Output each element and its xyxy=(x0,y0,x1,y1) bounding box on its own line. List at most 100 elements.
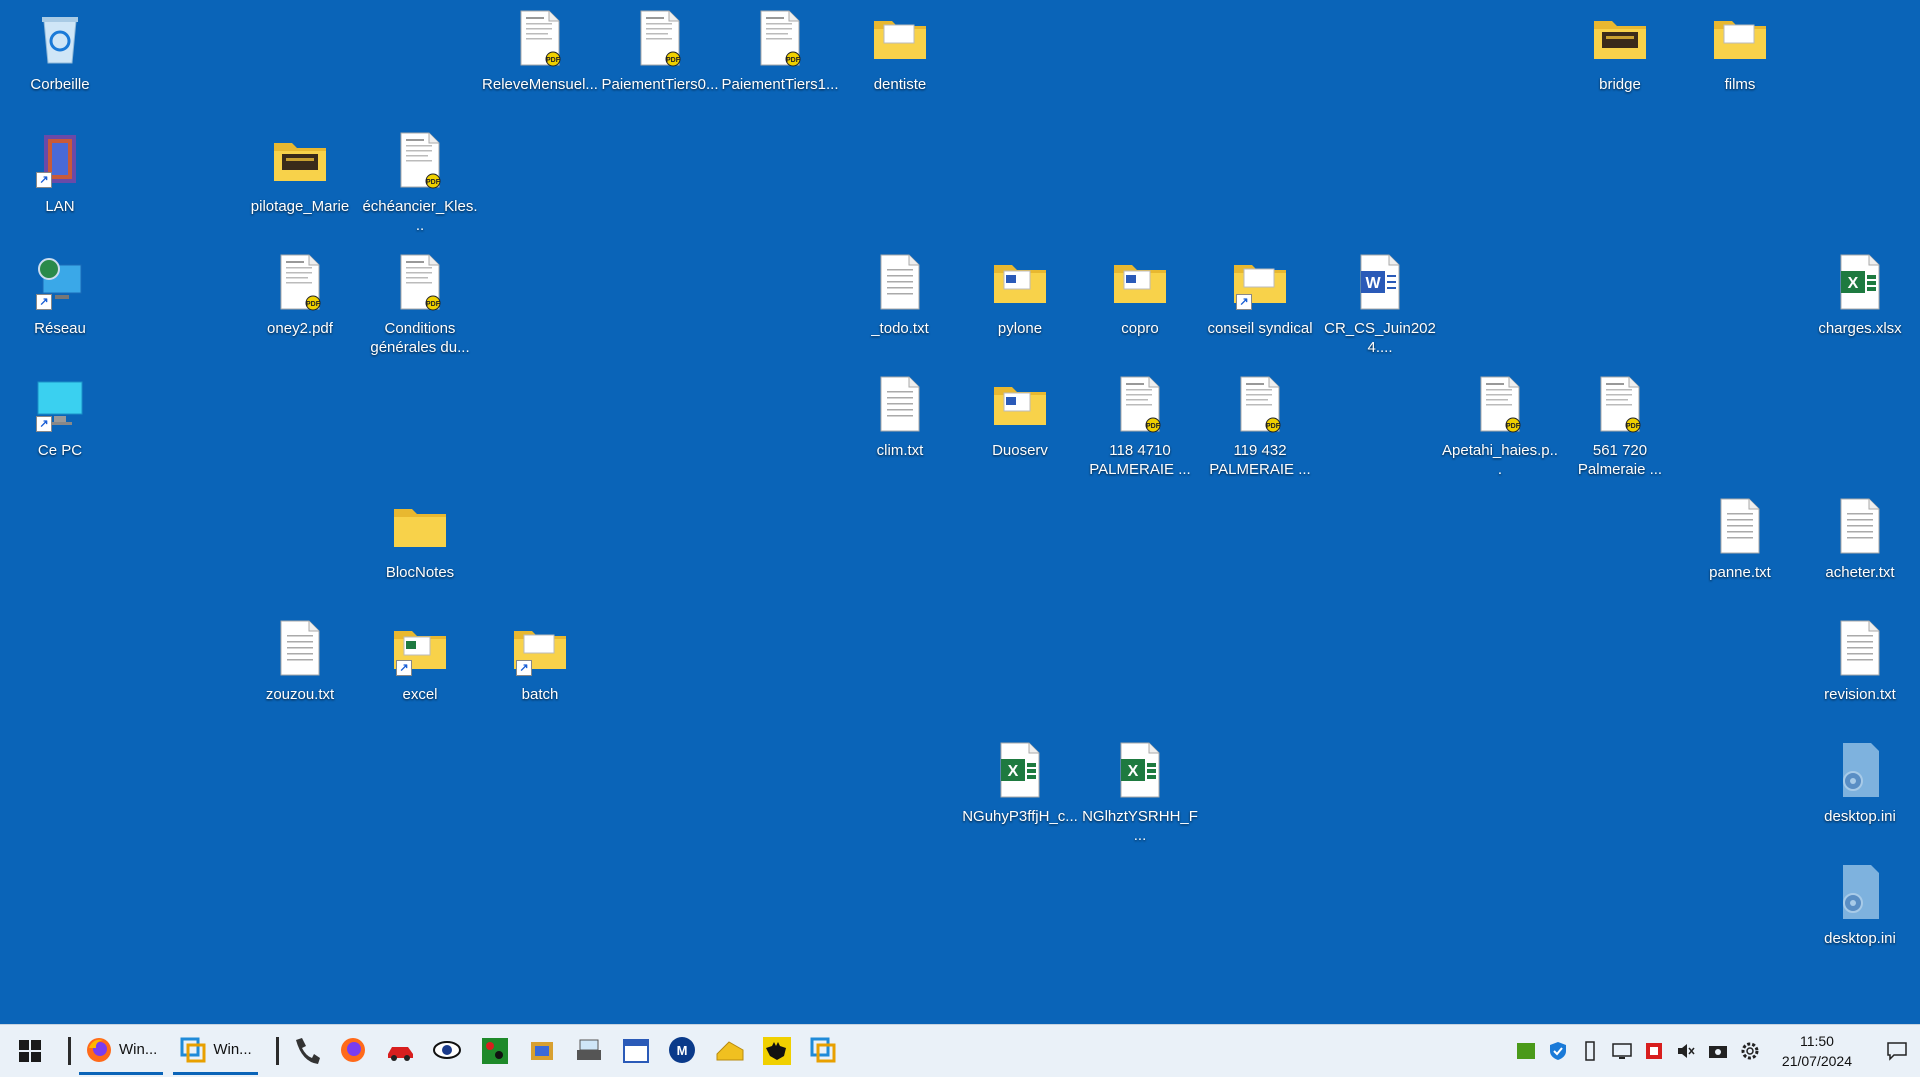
desktop-icon[interactable]: bridge xyxy=(1561,8,1679,94)
desktop-icon[interactable]: clim.txt xyxy=(841,374,959,460)
desktop-icon[interactable]: desktop.ini xyxy=(1801,862,1919,948)
svg-text:W: W xyxy=(1365,275,1381,292)
desktop-icon[interactable]: PDF ReleveMensuel... xyxy=(481,8,599,94)
desktop-icon-label: PaiementTiers0... xyxy=(601,76,719,93)
desktop-icon[interactable]: PDF oney2.pdf xyxy=(241,252,359,338)
desktop-icon[interactable]: PDF 119 432 PALMERAIE ... xyxy=(1201,374,1319,479)
desktop-icon[interactable]: PDF 118 4710 PALMERAIE ... xyxy=(1081,374,1199,479)
tray-usb[interactable] xyxy=(1577,1038,1603,1064)
desktop-icon[interactable]: panne.txt xyxy=(1681,496,1799,582)
taskbar-app-vmware[interactable]: Win... xyxy=(173,1028,258,1075)
desktop-icon[interactable]: pilotage_Marie xyxy=(241,130,359,216)
desktop-icon[interactable]: PDF Conditions générales du... xyxy=(361,252,479,357)
notification-button[interactable] xyxy=(1874,1041,1920,1061)
taskbar-pinned-malwarebytes[interactable]: M xyxy=(663,1029,703,1073)
folder-icon: ↗ xyxy=(392,618,448,678)
desktop-icon[interactable]: films xyxy=(1681,8,1799,94)
desktop-icon[interactable]: Corbeille xyxy=(1,8,119,94)
desktop-icon[interactable]: ↗ Ce PC xyxy=(1,374,119,460)
desktop-icon[interactable]: Duoserv xyxy=(961,374,1079,460)
desktop-icon[interactable]: W CR_CS_Juin2024.... xyxy=(1321,252,1439,357)
taskbar-pinned-box[interactable] xyxy=(522,1029,562,1073)
tray-shield[interactable] xyxy=(1545,1038,1571,1064)
desktop-icon[interactable]: PDF échéancier_Kles... xyxy=(361,130,479,235)
desktop-icon[interactable]: acheter.txt xyxy=(1801,496,1919,582)
taskbar-pinned-cards[interactable] xyxy=(475,1029,515,1073)
clock[interactable]: 11:50 21/07/2024 xyxy=(1782,1031,1852,1071)
pdf-file-icon: PDF xyxy=(1112,374,1168,434)
taskbar-pinned-scanner[interactable] xyxy=(569,1029,609,1073)
pdf-file-icon: PDF xyxy=(272,252,328,312)
desktop-icon[interactable]: revision.txt xyxy=(1801,618,1919,704)
folder-icon xyxy=(392,496,448,556)
desktop-icon[interactable]: BlocNotes xyxy=(361,496,479,582)
desktop-icon[interactable]: ↗ Réseau xyxy=(1,252,119,338)
word-file-icon: W xyxy=(1352,252,1408,312)
shortcut-arrow-icon: ↗ xyxy=(396,660,412,676)
tray-gear[interactable] xyxy=(1737,1038,1763,1064)
desktop-icon[interactable]: copro xyxy=(1081,252,1199,338)
taskbar-app-firefox[interactable]: Win... xyxy=(79,1028,164,1075)
desktop-icon[interactable]: Xcharges.xlsx xyxy=(1801,252,1919,338)
desktop-icon[interactable]: zouzou.txt xyxy=(241,618,359,704)
taskbar-pinned-phone[interactable] xyxy=(287,1029,327,1073)
desktop-icon-label: bridge xyxy=(1599,76,1641,93)
shield-icon xyxy=(1549,1042,1566,1060)
gear-icon xyxy=(1741,1042,1759,1060)
desktop-icon-label: Réseau xyxy=(34,320,86,337)
taskbar-pinned-cheese[interactable] xyxy=(710,1029,750,1073)
desktop-icon[interactable]: PDF PaiementTiers0... xyxy=(601,8,719,94)
desktop-icon[interactable]: PDF 561 720 Palmeraie ... xyxy=(1561,374,1679,479)
shortcut-arrow-icon: ↗ xyxy=(1236,294,1252,310)
desktop-icon[interactable]: ↗ excel xyxy=(361,618,479,704)
desktop-icon[interactable]: PDF Apetahi_haies.p... xyxy=(1441,374,1559,479)
taskbar-pinned-eye[interactable] xyxy=(428,1029,468,1073)
svg-text:PDF: PDF xyxy=(1266,423,1281,430)
computer-icon: ↗ xyxy=(32,374,88,434)
tray-mute[interactable] xyxy=(1673,1038,1699,1064)
start-button[interactable] xyxy=(0,1025,60,1077)
desktop-icon-label: LAN xyxy=(45,198,75,215)
folder-icon xyxy=(1712,8,1768,68)
taskbar-pinned-batman[interactable] xyxy=(757,1029,797,1073)
desktop-icon[interactable]: dentiste xyxy=(841,8,959,94)
tray-camera[interactable] xyxy=(1705,1038,1731,1064)
desktop-icon[interactable]: desktop.ini xyxy=(1801,740,1919,826)
desktop-icon-label: Corbeille xyxy=(30,76,90,93)
desktop-icon[interactable]: pylone xyxy=(961,252,1079,338)
desktop-icon[interactable]: ↗ batch xyxy=(481,618,599,704)
taskbar-app-label: Win... xyxy=(119,1041,158,1058)
desktop-icon-label: BlocNotes xyxy=(385,564,455,581)
svg-text:X: X xyxy=(1128,763,1139,780)
tray-nvidia[interactable] xyxy=(1513,1038,1539,1064)
svg-text:PDF: PDF xyxy=(426,301,441,308)
shortcut-arrow-icon: ↗ xyxy=(516,660,532,676)
taskbar-pinned-car[interactable] xyxy=(381,1029,421,1073)
desktop-icon-label: NGlhztYSRHH_F... xyxy=(1082,808,1198,844)
desktop-icon[interactable]: ↗ LAN xyxy=(1,130,119,216)
clock-time: 11:50 xyxy=(1799,1033,1834,1049)
taskbar-pinned-calendar[interactable] xyxy=(616,1029,656,1073)
desktop-icon[interactable]: ↗ conseil syndical xyxy=(1201,252,1319,338)
tray-red-app[interactable] xyxy=(1641,1038,1667,1064)
camera-icon xyxy=(1708,1046,1727,1058)
desktop-icon[interactable]: X NGuhyP3ffjH_c... xyxy=(961,740,1079,826)
red-app-icon xyxy=(1645,1043,1662,1059)
desktop[interactable]: Corbeille ↗ LAN ↗ Réseau ↗ Ce PC pilotage_Marie… xyxy=(0,0,1920,1025)
taskbar-pinned-vmware[interactable] xyxy=(804,1029,844,1073)
tray-display[interactable] xyxy=(1609,1038,1635,1064)
desktop-icon-label: films xyxy=(1724,76,1756,93)
desktop-icon-label: pylone xyxy=(997,320,1043,337)
desktop-icon-label: CR_CS_Juin2024.... xyxy=(1324,320,1436,356)
svg-text:PDF: PDF xyxy=(546,57,561,64)
desktop-icon-label: acheter.txt xyxy=(1825,564,1895,581)
desktop-icon[interactable]: X NGlhztYSRHH_F... xyxy=(1081,740,1199,845)
desktop-icon-label: NGuhyP3ffjH_c... xyxy=(962,808,1078,825)
desktop-icon[interactable]: _todo.txt xyxy=(841,252,959,338)
cards-icon xyxy=(481,1038,508,1064)
settings-file-icon xyxy=(1832,740,1888,800)
windows-icon xyxy=(19,1040,41,1062)
desktop-icon[interactable]: PDF PaiementTiers1... xyxy=(721,8,839,94)
taskbar-pinned-firefox[interactable] xyxy=(334,1029,374,1073)
shortcut-arrow-icon: ↗ xyxy=(36,416,52,432)
